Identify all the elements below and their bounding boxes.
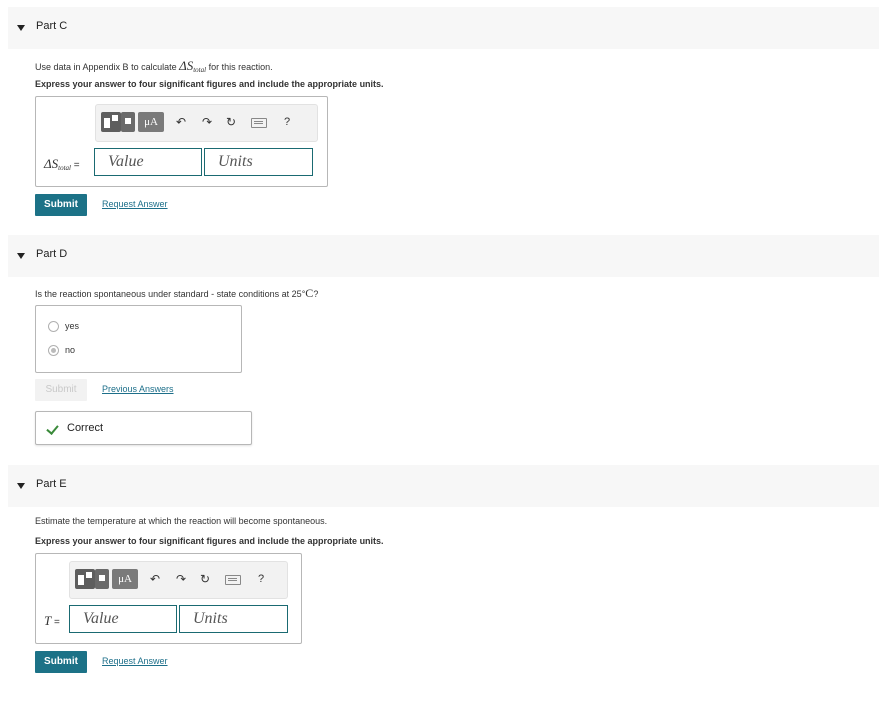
templates-icon[interactable] [101, 112, 121, 132]
collapse-triangle-icon[interactable] [17, 483, 25, 489]
keyboard-icon[interactable] [251, 118, 267, 128]
option-no-label[interactable]: no [65, 345, 75, 355]
part-c-express: Express your answer to four significant … [35, 79, 384, 89]
previous-answers-link[interactable]: Previous Answers [102, 384, 174, 394]
part-c-answer-box: μA ↶ ↷ ↻ ? ΔStotal = Value Units [35, 96, 328, 187]
collapse-triangle-icon[interactable] [17, 253, 25, 259]
reset-icon[interactable]: ↻ [200, 572, 210, 586]
part-d-options-box: yes no [35, 305, 242, 373]
request-answer-link[interactable]: Request Answer [102, 199, 168, 209]
help-icon[interactable]: ? [258, 572, 264, 586]
units-icon[interactable]: μA [112, 569, 138, 589]
part-d-header[interactable]: Part D [8, 235, 879, 277]
undo-icon[interactable]: ↶ [176, 115, 186, 129]
undo-icon[interactable]: ↶ [150, 572, 160, 586]
part-c-instruction: Use data in Appendix B to calculate ΔSto… [35, 58, 273, 74]
option-yes-label[interactable]: yes [65, 321, 79, 331]
templates-dropdown-icon[interactable] [121, 112, 135, 132]
part-d-question: Is the reaction spontaneous under standa… [35, 286, 319, 300]
part-e-instruction: Estimate the temperature at which the re… [35, 516, 328, 526]
request-answer-link[interactable]: Request Answer [102, 656, 168, 666]
part-d-title: Part D [36, 248, 68, 260]
part-c-header[interactable]: Part C [8, 7, 879, 49]
part-c-title: Part C [36, 20, 68, 32]
part-e-answer-box: μA ↶ ↷ ↻ ? T = Value Units [35, 553, 302, 644]
units-input[interactable]: Units [204, 148, 313, 176]
keyboard-icon[interactable] [225, 575, 241, 585]
radio-yes[interactable] [48, 321, 59, 332]
redo-icon[interactable]: ↷ [176, 572, 186, 586]
help-icon[interactable]: ? [284, 115, 290, 129]
reset-icon[interactable]: ↻ [226, 115, 236, 129]
part-e-title: Part E [36, 478, 67, 490]
submit-button[interactable]: Submit [35, 651, 87, 673]
units-icon[interactable]: μA [138, 112, 164, 132]
correct-label: Correct [67, 422, 104, 434]
collapse-triangle-icon[interactable] [17, 25, 25, 31]
templates-dropdown-icon[interactable] [95, 569, 109, 589]
part-e-answer-label: T = [44, 613, 60, 628]
math-toolbar: μA ↶ ↷ ↻ ? [69, 561, 288, 599]
checkmark-icon [46, 422, 59, 435]
part-e-header[interactable]: Part E [8, 465, 879, 507]
part-e-express: Express your answer to four significant … [35, 536, 384, 546]
submit-button-disabled: Submit [35, 379, 87, 401]
submit-button[interactable]: Submit [35, 194, 87, 216]
correct-feedback: Correct [35, 411, 252, 445]
radio-no[interactable] [48, 345, 59, 356]
value-input[interactable]: Value [94, 148, 202, 176]
redo-icon[interactable]: ↷ [202, 115, 212, 129]
part-c-answer-label: ΔStotal = [44, 156, 80, 172]
units-input[interactable]: Units [179, 605, 288, 633]
templates-icon[interactable] [75, 569, 95, 589]
value-input[interactable]: Value [69, 605, 177, 633]
math-toolbar: μA ↶ ↷ ↻ ? [95, 104, 318, 142]
